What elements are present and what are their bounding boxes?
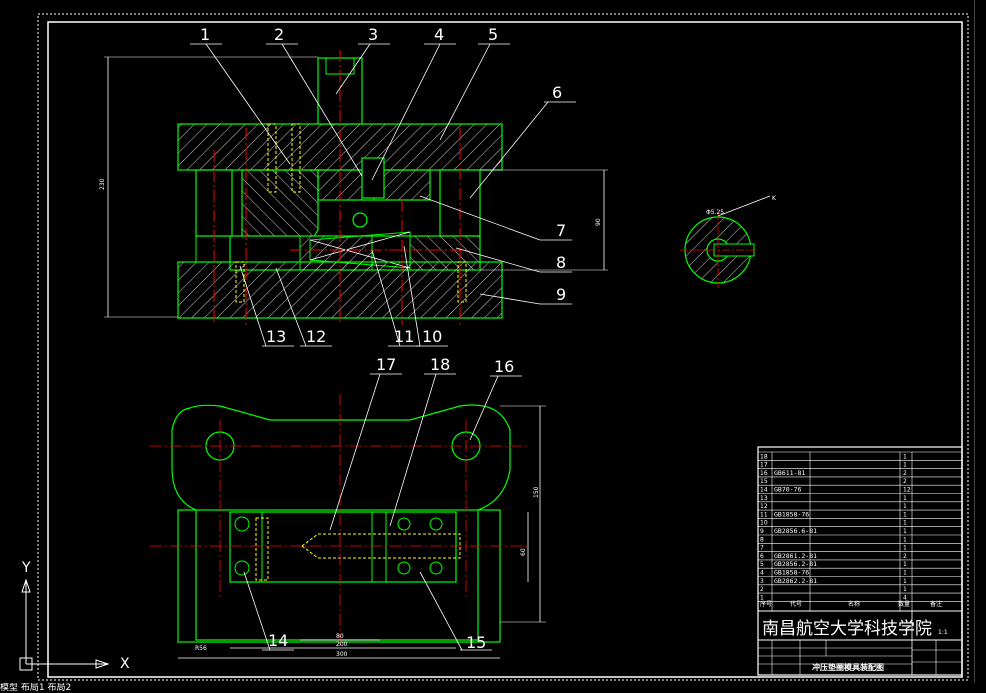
dim-right-height: 90 — [595, 218, 602, 226]
tb-row-no: 5 — [760, 561, 764, 568]
tb-row-no: 2 — [760, 586, 764, 593]
tb-row-qty: 1 — [903, 520, 907, 527]
callout-6: 6 — [552, 83, 562, 102]
detail-dims: Φ5.25 — [706, 209, 724, 216]
dim-width-b: 200 — [336, 641, 348, 648]
cad-canvas[interactable]: 230 90 1 2 3 4 5 6 7 8 9 10 11 12 13 K Φ… — [0, 0, 986, 693]
dim-plan-inner: 60 — [520, 548, 527, 556]
ucs-y-label: Y — [21, 560, 31, 576]
tb-row-qty: 1 — [903, 536, 907, 543]
tb-row-qty: 1 — [903, 586, 907, 593]
callout-12: 12 — [306, 327, 326, 346]
callout-2: 2 — [274, 25, 284, 44]
detail-k-washer: K Φ5.25 — [680, 195, 777, 288]
tb-row-qty: 1 — [903, 503, 907, 510]
dim-overall-height: 230 — [99, 178, 106, 190]
assembly-drawing: 230 90 1 2 3 4 5 6 7 8 9 10 11 12 13 K Φ… — [19, 13, 969, 681]
tb-row-code: GB2861.2-81 — [774, 552, 817, 560]
pin — [352, 212, 368, 228]
callout-7: 7 — [556, 221, 566, 240]
tb-row-no: 15 — [760, 478, 768, 485]
tb-row-code: GB2856.2-81 — [774, 560, 817, 568]
tb-head-name: 名称 — [848, 600, 860, 608]
tb-head-qty: 数量 — [898, 600, 910, 608]
callout-10: 10 — [422, 327, 442, 346]
dim-width-c: 300 — [336, 651, 348, 658]
inner-border — [47, 21, 963, 678]
drawing-name: 冲压垫圈模具装配图 — [812, 662, 884, 672]
callout-11: 11 — [394, 327, 414, 346]
callout-16: 16 — [494, 357, 514, 376]
callout-13: 13 — [266, 327, 286, 346]
tb-row-code: GB1858-76 — [774, 510, 809, 518]
tb-head-no: 序号 — [760, 600, 772, 608]
tb-row-qty: 1 — [903, 511, 907, 518]
tb-row-qty: 1 — [903, 453, 907, 460]
tb-row-qty: 1 — [903, 570, 907, 577]
callout-1: 1 — [200, 25, 210, 44]
tb-row-no: 10 — [760, 520, 768, 527]
dim-width-a: 80 — [336, 633, 344, 640]
school-name: 南昌航空大学科技学院 — [762, 619, 932, 639]
dim-plan-outer: 150 — [533, 486, 540, 498]
tb-row-no: 14 — [760, 487, 768, 494]
tb-row-no: 11 — [760, 511, 768, 518]
ucs-icon: Y X — [19, 560, 130, 672]
tb-row-qty: 1 — [903, 561, 907, 568]
tb-row-qty: 1 — [903, 528, 907, 535]
layout-tabs[interactable]: 模型 布局1 布局2 — [0, 683, 986, 693]
callout-17: 17 — [376, 355, 396, 374]
tb-row-qty: 12 — [903, 487, 911, 494]
tb-row-qty: 1 — [903, 578, 907, 585]
plan-view: 150 60 80 200 300 R56 — [150, 394, 546, 659]
tb-row-no: 13 — [760, 495, 768, 502]
tb-row-no: 9 — [760, 528, 764, 535]
title-block: 18 117 116 GB611-81 215 214 GB70-76 1213 112 111 G… — [757, 446, 963, 676]
callout-9: 9 — [556, 285, 566, 304]
tb-row-code: GB70-76 — [774, 486, 801, 494]
tb-row-qty: 1 — [903, 462, 907, 469]
tb-row-qty: 2 — [903, 553, 907, 560]
tb-row-no: 17 — [760, 462, 768, 469]
tb-row-no: 8 — [760, 536, 764, 543]
tb-row-code: GB2856.6-81 — [774, 527, 817, 535]
callout-15: 15 — [466, 633, 486, 652]
tb-row-code: GB2862.2-81 — [774, 577, 817, 585]
ucs-x-label: X — [120, 656, 130, 672]
tb-row-no: 4 — [760, 570, 764, 577]
callout-18: 18 — [430, 355, 450, 374]
tb-row-code: GB1858-76 — [774, 569, 809, 577]
callout-4: 4 — [434, 25, 444, 44]
tb-row-no: 7 — [760, 545, 764, 552]
vertical-scrollbar[interactable] — [974, 0, 986, 683]
dim-left-small: R56 — [195, 645, 207, 652]
callout-5: 5 — [488, 25, 498, 44]
tb-row-no: 6 — [760, 553, 764, 560]
callout-14: 14 — [268, 631, 288, 650]
tb-row-no: 18 — [760, 453, 768, 460]
tb-head-code: 代号 — [790, 600, 802, 608]
scale: 1:1 — [938, 629, 948, 636]
detail-label: K — [772, 195, 777, 202]
tb-row-no: 3 — [760, 578, 764, 585]
tb-row-qty: 2 — [903, 478, 907, 485]
tb-row-qty: 1 — [903, 545, 907, 552]
tb-row-code: GB611-81 — [774, 469, 805, 477]
tb-head-remark: 备注 — [930, 600, 942, 608]
callout-3: 3 — [368, 25, 378, 44]
tb-row-qty: 2 — [903, 470, 907, 477]
tb-row-no: 16 — [760, 470, 768, 477]
front-section-view: 230 90 — [99, 50, 608, 325]
tb-row-qty: 1 — [903, 495, 907, 502]
callout-8: 8 — [556, 253, 566, 272]
parts-list: 18 117 116 GB611-81 215 214 GB70-76 1213 112 111 G… — [757, 451, 963, 611]
tb-row-no: 12 — [760, 503, 768, 510]
